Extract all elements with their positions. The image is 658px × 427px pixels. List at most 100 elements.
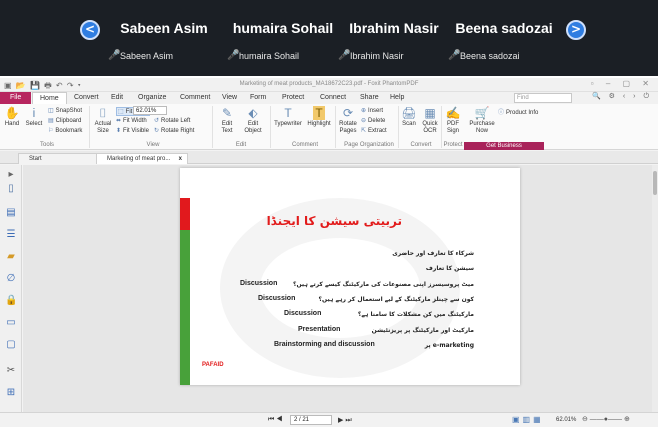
pafaid-logo: PAFAID	[202, 362, 224, 368]
tab-edit[interactable]: Edit	[111, 92, 123, 104]
group-protect-label: Protect	[443, 142, 463, 148]
participant-tile[interactable]: humaira Sohail 🎤 humaira Sohail	[225, 0, 341, 76]
window-controls[interactable]: ▫ – ▢ ✕	[591, 79, 654, 88]
info-icon: ⓘ	[498, 110, 505, 116]
insert-button[interactable]: ⊕ Insert	[361, 107, 383, 114]
close-tab-icon[interactable]: x	[179, 154, 182, 164]
next-participants-button[interactable]: >	[566, 20, 586, 40]
page-number-input[interactable]: 2 / 21	[290, 415, 332, 425]
hand-tool-button[interactable]: ✋ Hand	[2, 106, 22, 128]
rotate-pages-button[interactable]: ⟳ Rotate Pages	[337, 106, 359, 135]
rotate-right-button[interactable]: ↻ Rotate Right	[154, 127, 194, 134]
scan-button[interactable]: 🖨 Scan	[400, 106, 418, 128]
security-lock-icon[interactable]: 🔒	[5, 295, 17, 307]
scrollbar-thumb[interactable]	[653, 171, 657, 195]
find-input[interactable]: Find	[514, 93, 572, 103]
snapshot-button[interactable]: ◫ SnapShot	[48, 107, 82, 114]
bookmark-label: Bookmark	[55, 128, 83, 134]
first-previous-page-icon[interactable]: ⏮◀	[268, 416, 285, 424]
next-last-page-icon[interactable]: ▶⏭	[338, 416, 354, 425]
participant-name: Beena sadozai	[455, 20, 553, 36]
highlight-button[interactable]: T Highlight	[305, 106, 333, 128]
purchase-now-button[interactable]: 🛒 Purchase Now	[468, 106, 496, 135]
previous-participants-button[interactable]: <	[80, 20, 100, 40]
mic-muted-icon: 🎤	[108, 50, 121, 61]
extract-button[interactable]: ⇱ Extract	[361, 127, 387, 134]
tab-comment[interactable]: Comment	[180, 92, 210, 104]
edit-object-icon: ⬖	[248, 106, 258, 120]
tab-protect[interactable]: Protect	[282, 92, 304, 104]
pdf-page: تربیتی سیشن کا ایجنڈا شرکاء کا تعارف اور…	[180, 168, 520, 385]
attachment-icon[interactable]: ∅	[5, 273, 17, 285]
agenda-tag: Discussion	[258, 295, 296, 302]
product-info-button[interactable]: ⓘ Product Info	[498, 107, 538, 116]
rotate-right-icon: ↻	[154, 128, 160, 134]
actual-size-button[interactable]: ⌷ Actual Size	[92, 106, 114, 135]
product-info-label: Product Info	[506, 110, 539, 116]
participant-name: Ibrahim Nasir	[349, 20, 439, 36]
edit-text-label: Edit Text	[221, 121, 233, 134]
edit-text-button[interactable]: ✎ Edit Text	[216, 106, 238, 135]
zoom-level: 62.01%	[556, 417, 577, 423]
delete-button[interactable]: ⊖ Delete	[361, 117, 385, 124]
slide-title: تربیتی سیشن کا ایجنڈا	[266, 214, 402, 228]
fit-width-icon: ⬌	[116, 118, 122, 124]
tab-form[interactable]: Form	[250, 92, 266, 104]
page-thumbnail-icon[interactable]: ▯	[5, 183, 17, 195]
pdf-sign-button[interactable]: ✍ PDF Sign	[443, 106, 463, 135]
form-fields-icon[interactable]: ▢	[5, 339, 17, 351]
scanner-icon: 🖨	[401, 106, 417, 120]
tab-start[interactable]: Start	[18, 153, 98, 164]
layers-icon[interactable]: ▤	[5, 207, 17, 219]
page-layout-icons[interactable]: ▣▥▦	[512, 415, 544, 424]
tab-convert[interactable]: Convert	[74, 92, 99, 104]
highlight-label: Highlight	[307, 121, 331, 127]
tab-organize[interactable]: Organize	[138, 92, 166, 104]
tab-view[interactable]: View	[222, 92, 237, 104]
tab-share[interactable]: Share	[360, 92, 379, 104]
agenda-tag: Presentation	[298, 326, 341, 333]
mic-muted-icon: 🎤	[227, 50, 240, 61]
participant-tile[interactable]: Beena sadozai 🎤 Beena sadozai	[446, 0, 562, 76]
comments-icon[interactable]: ▰	[5, 251, 17, 263]
signature-panel-icon[interactable]: ▭	[5, 317, 17, 329]
clipboard-button[interactable]: ▤ Clipboard	[48, 117, 81, 124]
rotate-pages-label: Rotate Pages	[339, 121, 357, 134]
document-tabs: Start Marketing of meat pro... x	[0, 151, 658, 164]
participant-tile[interactable]: Ibrahim Nasir 🎤 Ibrahim Nasir	[336, 0, 452, 76]
agenda-item: شرکاء کا تعارف اور حاضری	[392, 250, 474, 257]
participant-label: Beena sadozai	[460, 51, 520, 61]
rotate-left-button[interactable]: ↺ Rotate Left	[154, 117, 190, 124]
vertical-scrollbar[interactable]	[652, 165, 658, 412]
quick-ocr-button[interactable]: ▦ Quick OCR	[420, 106, 440, 135]
group-get-business-label: Get Business	[464, 142, 544, 150]
agenda-item: e-marketing پر	[424, 342, 474, 349]
edit-object-button[interactable]: ⬖ Edit Object	[240, 106, 266, 135]
agenda-tag: Brainstorming and discussion	[274, 341, 375, 348]
select-tool-button[interactable]: Ꭵ Select	[24, 106, 44, 128]
document-canvas[interactable]: تربیتی سیشن کا ایجنڈا شرکاء کا تعارف اور…	[23, 165, 652, 412]
participant-tile[interactable]: Sabeen Asim 🎤 Sabeen Asim	[106, 0, 222, 76]
bookmarks-icon[interactable]: ☰	[5, 229, 17, 241]
tab-connect[interactable]: Connect	[320, 92, 346, 104]
add-page-icon[interactable]: ⊞	[5, 387, 17, 399]
collapse-arrow-icon[interactable]: ▸	[5, 169, 17, 181]
group-page-organization-label: Page Organization	[344, 142, 394, 148]
tab-start-label: Start	[29, 156, 42, 162]
hand-label: Hand	[4, 121, 20, 127]
bookmark-button[interactable]: ⚐ Bookmark	[48, 127, 82, 134]
zoom-select[interactable]: 62.01%	[133, 106, 167, 115]
tab-help[interactable]: Help	[390, 92, 404, 104]
search-options-icon[interactable]: 🔍 ⚙ ‹ › ⏻	[592, 92, 652, 101]
typewriter-icon: T	[284, 106, 292, 120]
group-separator	[398, 106, 399, 148]
fit-width-button[interactable]: ⬌ Fit Width	[116, 117, 147, 124]
tools-icon[interactable]: ✂	[5, 365, 17, 377]
zoom-slider[interactable]: ⊖ ——●—— ⊕	[582, 415, 630, 423]
tab-file[interactable]: File	[0, 92, 32, 104]
typewriter-button[interactable]: T Typewriter	[272, 106, 304, 128]
select-label: Select	[25, 121, 43, 127]
fit-visible-button[interactable]: ⬍ Fit Visible	[116, 127, 149, 134]
tab-document[interactable]: Marketing of meat pro... x	[96, 153, 188, 164]
tab-home[interactable]: Home	[32, 92, 67, 104]
